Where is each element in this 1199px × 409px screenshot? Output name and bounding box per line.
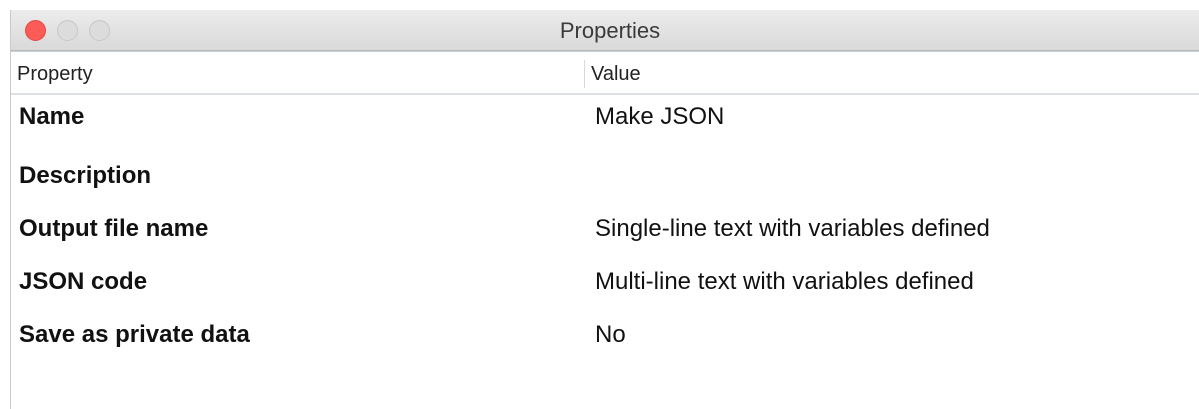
property-name: Save as private data bbox=[19, 321, 250, 348]
property-value[interactable]: No bbox=[595, 321, 626, 349]
table-row[interactable]: Output file name Single-line text with v… bbox=[11, 201, 1199, 254]
property-name: Output file name bbox=[19, 215, 209, 242]
table-row[interactable]: Description bbox=[11, 148, 1199, 201]
property-name: Name bbox=[19, 103, 85, 130]
property-name: JSON code bbox=[19, 268, 148, 295]
window-title: Properties bbox=[559, 18, 661, 43]
title-bar: Properties bbox=[11, 10, 1199, 51]
property-value[interactable]: Make JSON bbox=[595, 103, 724, 131]
properties-window: Properties Property Value Name Make JSON… bbox=[10, 10, 1199, 409]
property-value[interactable]: Single-line text with variables defined bbox=[595, 215, 990, 243]
column-header-property[interactable]: Property bbox=[17, 52, 93, 96]
column-divider[interactable] bbox=[584, 60, 585, 88]
property-name: Description bbox=[19, 162, 152, 189]
table-header: Property Value bbox=[11, 51, 1199, 95]
property-value[interactable]: Multi-line text with variables defined bbox=[595, 268, 974, 296]
table-row[interactable]: Save as private data No bbox=[11, 307, 1199, 360]
table-row[interactable]: Name Make JSON bbox=[11, 95, 1199, 148]
column-header-value[interactable]: Value bbox=[591, 52, 641, 96]
properties-table: Name Make JSON Description Output file n… bbox=[11, 95, 1199, 360]
table-row[interactable]: JSON code Multi-line text with variables… bbox=[11, 254, 1199, 307]
